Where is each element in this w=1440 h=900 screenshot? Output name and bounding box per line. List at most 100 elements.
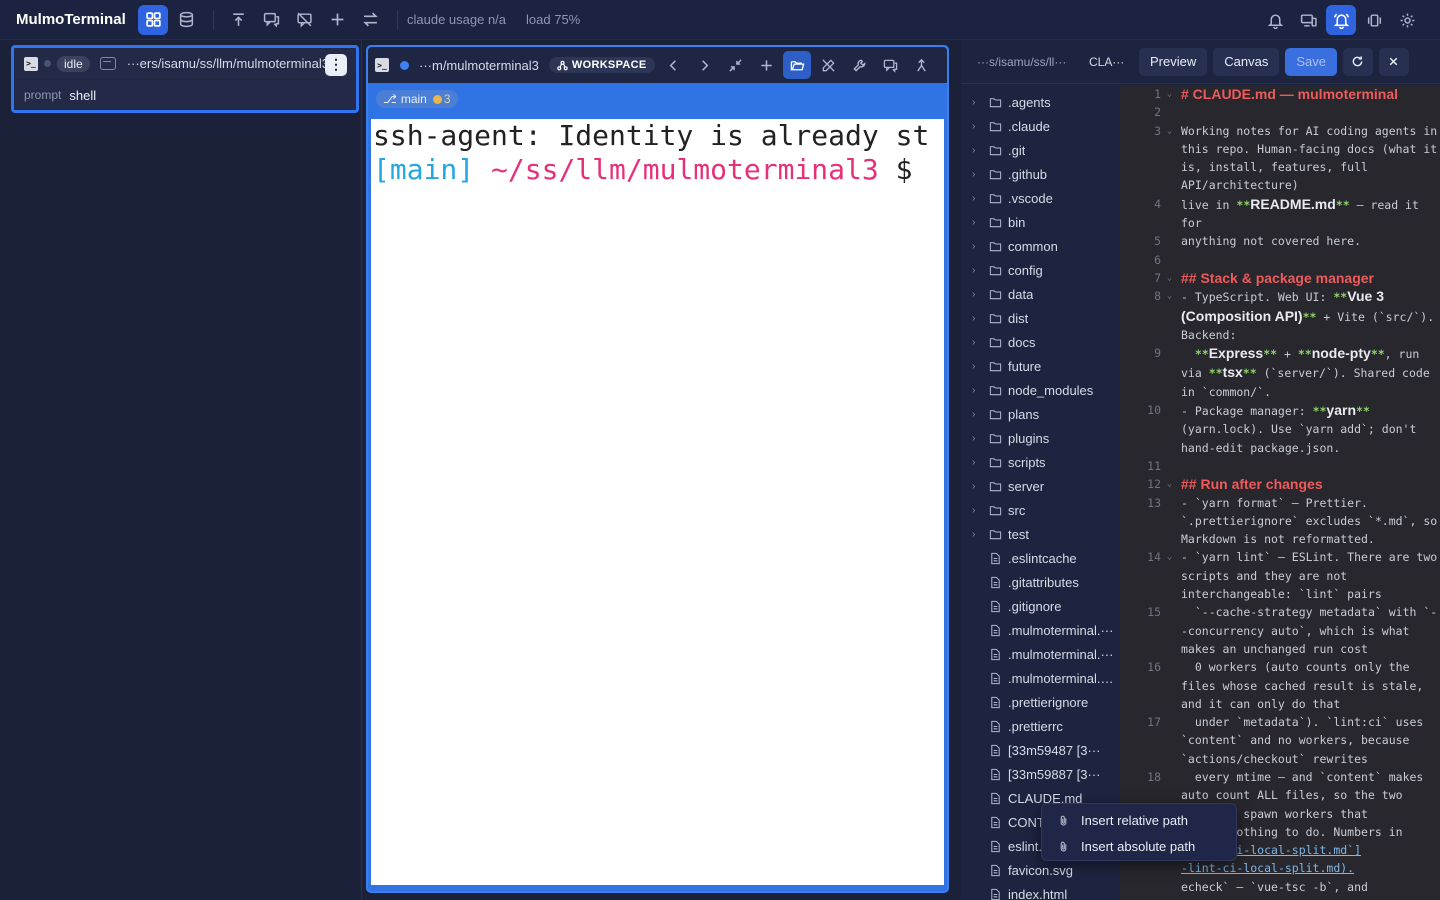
tree-folder[interactable]: › plans: [961, 402, 1119, 426]
terminal-screen[interactable]: ssh-agent: Identity is already st [main]…: [371, 119, 944, 885]
viewer-filename: CLA···: [1089, 54, 1125, 69]
tree-folder[interactable]: › src: [961, 498, 1119, 522]
fold-toggle: [1163, 896, 1176, 900]
tree-folder[interactable]: › dist: [961, 306, 1119, 330]
session-card[interactable]: >_ idle ···ers/isamu/ss/llm/mulmotermina…: [11, 45, 359, 113]
tree-file[interactable]: ›.gitignore: [961, 594, 1119, 618]
reload-button[interactable]: [1342, 47, 1373, 76]
chevron-right-icon: ›: [972, 216, 976, 228]
tree-file[interactable]: ›.mulmoterminal.···: [961, 642, 1119, 666]
notifications-button[interactable]: [1260, 5, 1290, 35]
tree-item-label: favicon.svg: [1008, 862, 1074, 878]
editor-line: 12 ⌄ ## Run after changes: [1120, 475, 1440, 493]
tree-file[interactable]: ›[33m59887 [3···: [961, 762, 1119, 786]
tree-file[interactable]: ›.eslintcache: [961, 546, 1119, 570]
collapse-button[interactable]: [721, 51, 749, 79]
tree-file[interactable]: ›.prettierignore: [961, 690, 1119, 714]
close-button[interactable]: [1378, 47, 1409, 76]
chat-button[interactable]: [876, 51, 904, 79]
insert-absolute-path-item[interactable]: Insert absolute path: [1042, 833, 1236, 859]
sessions-panel: >_ idle ···ers/isamu/ss/llm/mulmotermina…: [0, 40, 362, 900]
folder-icon: [989, 312, 1002, 325]
tree-folder[interactable]: › .claude: [961, 114, 1119, 138]
new-tab-button[interactable]: [752, 51, 780, 79]
fold-toggle[interactable]: ⌄: [1163, 269, 1176, 287]
fold-toggle[interactable]: ⌄: [1163, 287, 1176, 344]
line-number: 2: [1154, 105, 1161, 120]
preview-button[interactable]: Preview: [1139, 47, 1208, 76]
branch-badge[interactable]: ⎇ main 3: [376, 90, 458, 108]
divider: [213, 9, 214, 30]
tree-file[interactable]: ›.prettierrc: [961, 714, 1119, 738]
tree-file[interactable]: ›.mulmoterminal.···: [961, 618, 1119, 642]
tree-folder[interactable]: › bin: [961, 210, 1119, 234]
tree-folder[interactable]: › test: [961, 522, 1119, 546]
tree-folder[interactable]: › scripts: [961, 450, 1119, 474]
tree-folder[interactable]: › docs: [961, 330, 1119, 354]
paperclip-icon: [1060, 815, 1067, 826]
window-icon[interactable]: [99, 57, 116, 70]
chat-button[interactable]: [256, 5, 286, 35]
editor-line: 8 ⌄ - TypeScript. Web UI: **Vue 3 (Composi…: [1120, 287, 1440, 344]
tree-file[interactable]: ›[33m59487 [3···: [961, 738, 1119, 762]
tree-folder[interactable]: › node_modules: [961, 378, 1119, 402]
line-number: 8: [1154, 289, 1161, 304]
file-icon: [989, 840, 1002, 853]
push-up-button[interactable]: [223, 5, 253, 35]
more-menu-button[interactable]: ⋮: [325, 54, 347, 76]
tree-item-label: .claude: [1008, 118, 1050, 134]
tree-folder[interactable]: › future: [961, 354, 1119, 378]
fold-toggle[interactable]: ⌄: [1163, 85, 1176, 103]
tree-folder[interactable]: › data: [961, 282, 1119, 306]
settings-button[interactable]: [1392, 5, 1422, 35]
file-icon: [989, 696, 1002, 709]
markdown-editor[interactable]: 1 ⌄ # CLAUDE.md — mulmoterminal 2 3 ⌄ Working …: [1120, 85, 1440, 900]
tree-folder[interactable]: › plugins: [961, 426, 1119, 450]
tree-file[interactable]: ›favicon.svg: [961, 858, 1119, 882]
save-button[interactable]: Save: [1285, 47, 1337, 76]
swap-button[interactable]: [355, 5, 385, 35]
line-text: ## Run after changes: [1181, 476, 1323, 493]
edit-button[interactable]: [814, 51, 842, 79]
folder-icon: [989, 120, 1002, 133]
grid-view-button[interactable]: [138, 4, 168, 35]
editor-line: 1 ⌄ # CLAUDE.md — mulmoterminal: [1120, 85, 1440, 103]
add-button[interactable]: [322, 5, 352, 35]
tree-folder[interactable]: › common: [961, 234, 1119, 258]
workspace-badge[interactable]: WORKSPACE: [548, 57, 655, 73]
devices-button[interactable]: [1293, 5, 1323, 35]
tree-folder[interactable]: › .git: [961, 138, 1119, 162]
vibrate-button[interactable]: [1359, 5, 1389, 35]
git-branch-icon: ⎇: [383, 92, 397, 106]
tools-button[interactable]: [845, 51, 873, 79]
editor-line: 2: [1120, 103, 1440, 121]
tree-folder[interactable]: › .github: [961, 162, 1119, 186]
fold-toggle[interactable]: ⌄: [1163, 548, 1176, 603]
tree-file[interactable]: ›.mulmoterminal.l···: [961, 666, 1119, 690]
folder-icon: [989, 168, 1002, 181]
line-text: # CLAUDE.md — mulmoterminal: [1181, 86, 1399, 102]
fold-toggle[interactable]: ⌄: [1163, 475, 1176, 493]
tree-item-label: common: [1008, 238, 1058, 254]
editor-line: 9 **Express** + **node-pty**, run via **…: [1120, 344, 1440, 401]
bell-ring-icon: [1333, 13, 1349, 29]
prompt-symbol: $: [895, 153, 913, 186]
next-button[interactable]: [690, 51, 718, 79]
files-button[interactable]: [783, 51, 811, 79]
prev-button[interactable]: [659, 51, 687, 79]
fold-toggle[interactable]: ⌄: [1163, 122, 1176, 195]
canvas-button[interactable]: Canvas: [1213, 47, 1280, 76]
merge-button[interactable]: [907, 51, 935, 79]
alerts-toggle-button[interactable]: [1326, 5, 1356, 35]
tree-file[interactable]: ›index.html: [961, 882, 1119, 900]
tree-file[interactable]: ›.gitattributes: [961, 570, 1119, 594]
tree-folder[interactable]: › config: [961, 258, 1119, 282]
fold-toggle: [1163, 457, 1176, 475]
database-button[interactable]: [171, 5, 201, 35]
tree-folder[interactable]: › server: [961, 474, 1119, 498]
chat-off-button[interactable]: [289, 5, 319, 35]
line-number: 16: [1147, 660, 1161, 675]
insert-relative-path-item[interactable]: Insert relative path: [1042, 807, 1236, 833]
tree-folder[interactable]: › .agents: [961, 90, 1119, 114]
tree-folder[interactable]: › .vscode: [961, 186, 1119, 210]
